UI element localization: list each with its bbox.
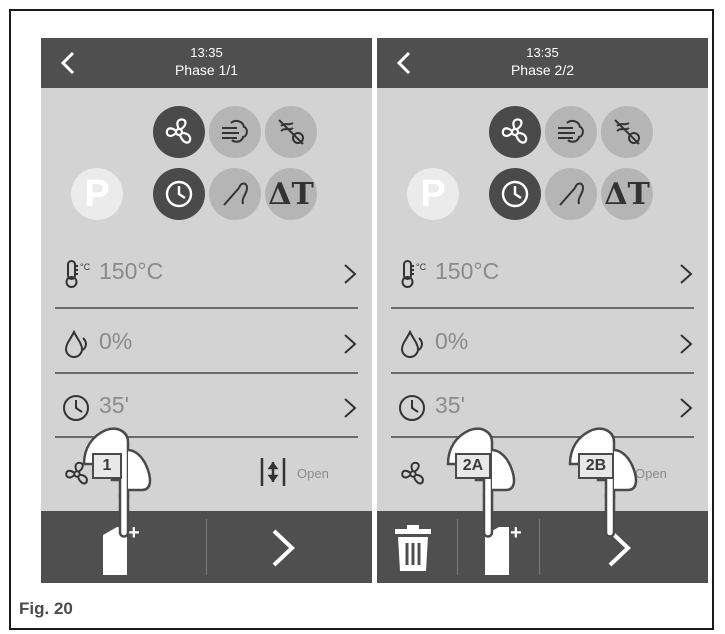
divider bbox=[391, 307, 694, 309]
timer-mode-button[interactable] bbox=[153, 168, 205, 220]
clock-icon bbox=[399, 395, 425, 421]
next-chevron-icon[interactable] bbox=[269, 527, 297, 569]
callout-2b: 2B bbox=[578, 453, 614, 479]
chevron-right-icon bbox=[680, 334, 693, 354]
probe-icon bbox=[559, 182, 585, 206]
timer-mode-button[interactable] bbox=[489, 168, 541, 220]
steam-mode-button[interactable] bbox=[265, 106, 317, 158]
fan-heat-icon bbox=[558, 119, 584, 143]
delete-phase-button[interactable] bbox=[393, 525, 433, 571]
fan-vent-row[interactable]: Open bbox=[377, 448, 708, 498]
pointing-hand-icon bbox=[82, 427, 152, 538]
bottom-toolbar: + bbox=[377, 511, 708, 583]
p-label: P bbox=[84, 172, 110, 215]
svg-text:°C: °C bbox=[80, 262, 91, 272]
humidity-value: 0% bbox=[435, 328, 469, 354]
p-program-button[interactable]: P bbox=[407, 168, 459, 220]
svg-text:°C: °C bbox=[416, 262, 427, 272]
delta-t-icon: ΔT bbox=[268, 176, 314, 212]
fan-mode-button[interactable] bbox=[489, 106, 541, 158]
chevron-right-icon bbox=[680, 398, 693, 418]
chevron-right-icon bbox=[344, 398, 357, 418]
temperature-row[interactable]: °C 150°C bbox=[41, 248, 372, 298]
temperature-value: 150°C bbox=[99, 258, 164, 284]
temperature-value: 150°C bbox=[435, 258, 500, 284]
humidity-value: 0% bbox=[99, 328, 133, 354]
fan-icon bbox=[501, 118, 528, 144]
fan-heat-icon bbox=[222, 119, 248, 143]
time-value: 35' bbox=[435, 392, 465, 418]
probe-icon bbox=[223, 182, 249, 206]
vent-status-label: Open bbox=[297, 466, 329, 481]
thermometer-icon: °C bbox=[65, 260, 91, 288]
divider bbox=[55, 372, 358, 374]
callout-1: 1 bbox=[92, 453, 122, 479]
fan-mode-button[interactable] bbox=[153, 106, 205, 158]
header-bar: 13:35 Phase 1/1 bbox=[41, 38, 372, 88]
steam-icon bbox=[278, 119, 304, 145]
toolbar-divider bbox=[206, 519, 207, 575]
clock-icon bbox=[165, 180, 193, 208]
delta-t-icon: ΔT bbox=[604, 176, 650, 212]
header-bar: 13:35 Phase 2/2 bbox=[377, 38, 708, 88]
callout-2a: 2A bbox=[455, 453, 491, 479]
divider bbox=[55, 307, 358, 309]
pointing-hand-icon bbox=[568, 427, 638, 538]
p-label: P bbox=[420, 172, 446, 215]
delta-t-mode-button[interactable]: ΔT bbox=[601, 168, 653, 220]
fan-icon bbox=[401, 461, 424, 485]
humidity-row[interactable]: 0% bbox=[41, 318, 372, 368]
thermometer-icon: °C bbox=[401, 260, 427, 288]
clock-time: 13:35 bbox=[526, 45, 559, 60]
time-row[interactable]: 35' bbox=[377, 382, 708, 432]
fan-icon bbox=[165, 118, 192, 144]
probe-mode-button[interactable] bbox=[545, 168, 597, 220]
figure-caption: Fig. 20 bbox=[19, 599, 73, 618]
fan-heat-mode-button[interactable] bbox=[545, 106, 597, 158]
humidity-row[interactable]: 0% bbox=[377, 318, 708, 368]
p-program-button[interactable]: P bbox=[71, 168, 123, 220]
time-value: 35' bbox=[99, 392, 129, 418]
chevron-right-icon bbox=[344, 264, 357, 284]
trash-icon bbox=[395, 525, 431, 571]
temperature-row[interactable]: °C 150°C bbox=[377, 248, 708, 298]
humidity-drop-icon bbox=[64, 329, 87, 358]
toolbar-divider bbox=[539, 519, 540, 575]
fan-heat-mode-button[interactable] bbox=[209, 106, 261, 158]
chevron-right-icon bbox=[680, 264, 693, 284]
delta-t-mode-button[interactable]: ΔT bbox=[265, 168, 317, 220]
phase-label: Phase 1/1 bbox=[174, 62, 239, 78]
chevron-right-icon bbox=[344, 334, 357, 354]
vent-damper-icon bbox=[260, 458, 286, 486]
divider bbox=[391, 436, 694, 438]
phase-label: Phase 2/2 bbox=[510, 62, 575, 78]
clock-time: 13:35 bbox=[190, 45, 223, 60]
pointing-hand-icon bbox=[446, 427, 516, 538]
oven-screen-phase-2: 13:35 Phase 2/2 P ΔT °C 150°C 0% 35' Ope… bbox=[377, 38, 708, 583]
steam-mode-button[interactable] bbox=[601, 106, 653, 158]
clock-icon bbox=[501, 180, 529, 208]
humidity-drop-icon bbox=[400, 329, 423, 358]
steam-icon bbox=[614, 119, 640, 145]
probe-mode-button[interactable] bbox=[209, 168, 261, 220]
divider bbox=[391, 372, 694, 374]
